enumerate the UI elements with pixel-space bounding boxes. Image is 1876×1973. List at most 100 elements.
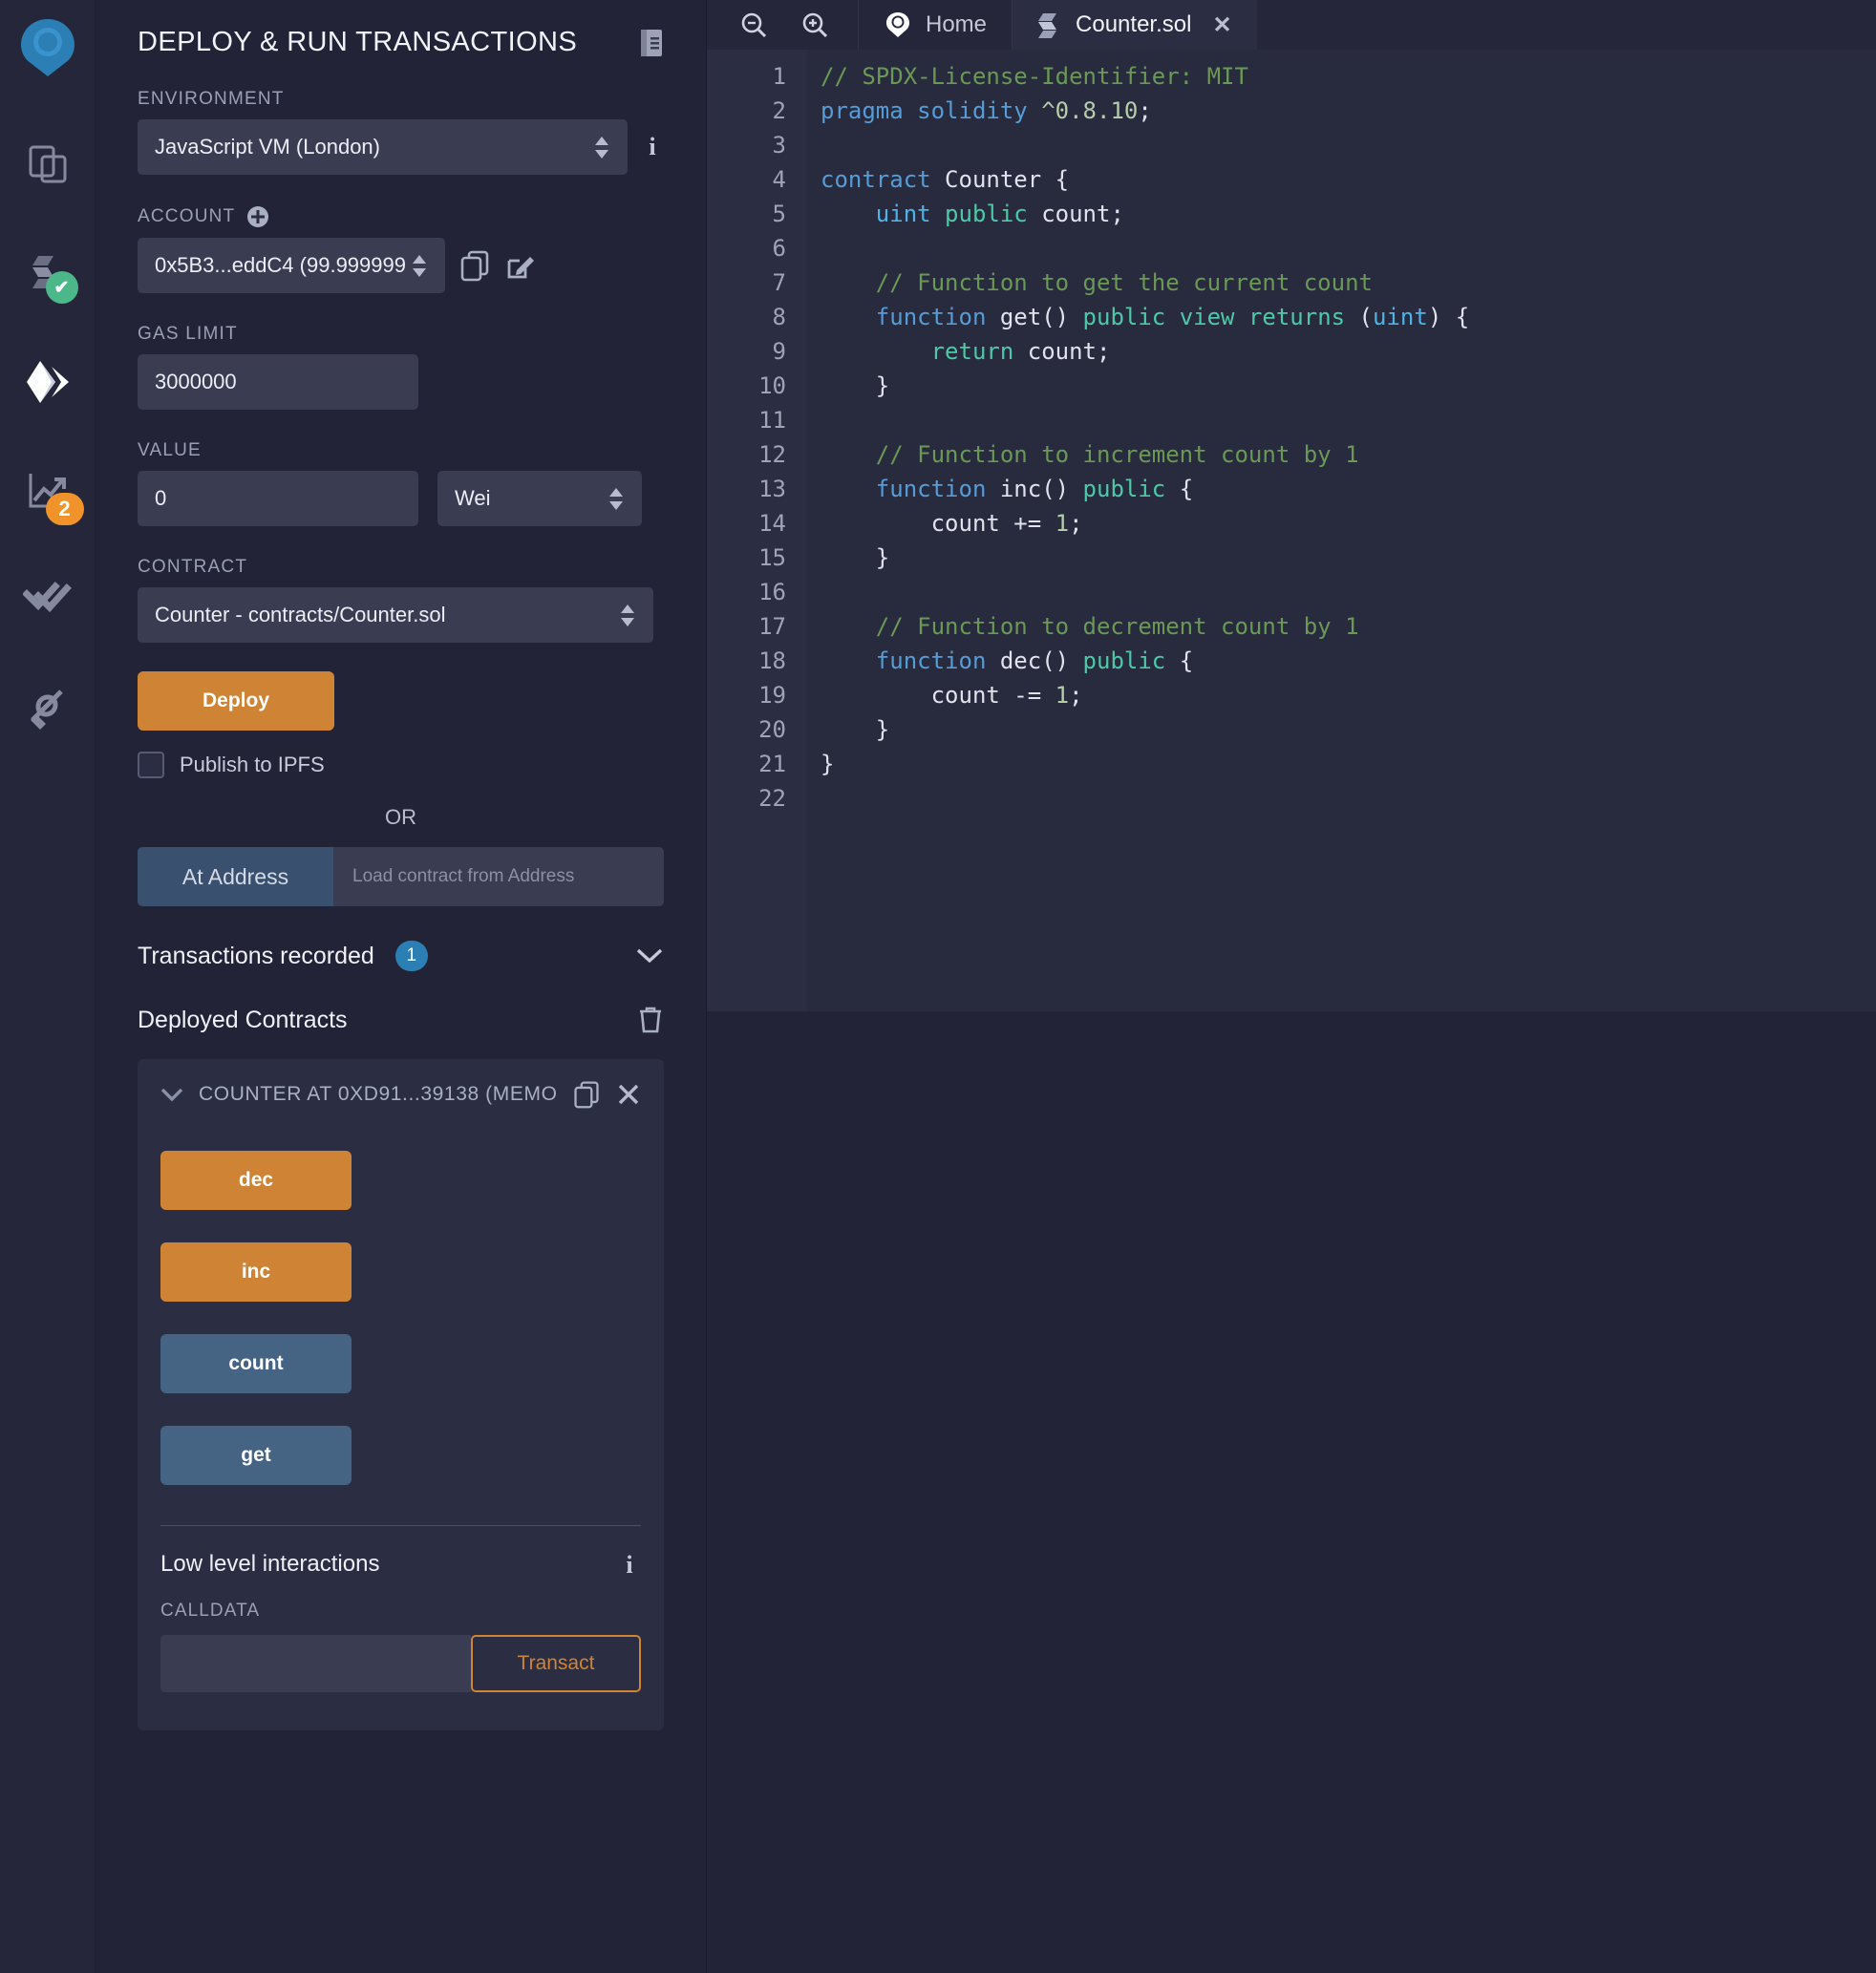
publish-ipfs-row[interactable]: Publish to IPFS <box>138 752 664 778</box>
contract-card-header[interactable]: COUNTER AT 0XD91...39138 (MEMORY <box>160 1080 641 1109</box>
sidebar-item-debugger[interactable]: 2 <box>13 456 82 525</box>
transactions-recorded-label: Transactions recorded <box>138 943 374 970</box>
code-line: } <box>821 747 1876 781</box>
tab-counter-sol[interactable]: Counter.sol ✕ <box>1012 0 1257 50</box>
chevron-down-icon[interactable] <box>160 1088 183 1102</box>
line-number: 1 <box>707 59 786 94</box>
code-editor[interactable]: 12345678910111213141516171819202122 // S… <box>707 50 1876 1011</box>
plus-icon[interactable] <box>246 205 269 228</box>
sidebar-item-file-explorer[interactable] <box>13 130 82 199</box>
close-icon[interactable] <box>616 1082 641 1107</box>
documentation-icon[interactable] <box>639 29 664 57</box>
activity-rail: ✔ 2 <box>0 0 96 1973</box>
code-content[interactable]: // SPDX-License-Identifier: MITpragma so… <box>807 50 1876 1011</box>
transactions-recorded-count: 1 <box>395 941 428 971</box>
sidebar-item-unit-testing[interactable] <box>13 565 82 634</box>
environment-value: JavaScript VM (London) <box>155 135 593 159</box>
zoom-in-icon[interactable] <box>800 11 829 39</box>
file-explorer-icon <box>25 141 71 187</box>
copy-icon[interactable] <box>458 249 491 282</box>
code-line: function inc() public { <box>821 472 1876 506</box>
line-number: 2 <box>707 94 786 128</box>
line-number: 5 <box>707 197 786 231</box>
deployed-contracts-label: Deployed Contracts <box>138 1007 348 1034</box>
line-number: 10 <box>707 369 786 403</box>
line-number: 18 <box>707 644 786 678</box>
zoom-out-icon[interactable] <box>739 11 768 39</box>
transact-button[interactable]: Transact <box>471 1635 641 1692</box>
calldata-row: Transact <box>160 1635 641 1692</box>
sidebar-item-deploy-run[interactable] <box>13 348 82 416</box>
line-number: 13 <box>707 472 786 506</box>
close-icon[interactable]: ✕ <box>1212 11 1231 39</box>
deploy-run-transactions-icon <box>23 357 73 407</box>
deploy-button[interactable]: Deploy <box>138 671 334 731</box>
low-level-info-icon[interactable]: i <box>618 1551 641 1580</box>
or-divider-label: OR <box>138 805 664 830</box>
code-line: count += 1; <box>821 506 1876 541</box>
line-number: 20 <box>707 712 786 747</box>
line-number: 4 <box>707 162 786 197</box>
plugin-manager-icon <box>25 686 71 732</box>
code-line: uint public count; <box>821 197 1876 231</box>
environment-label: ENVIRONMENT <box>138 89 664 110</box>
line-number: 19 <box>707 678 786 712</box>
code-line: } <box>821 712 1876 747</box>
line-number-gutter: 12345678910111213141516171819202122 <box>707 50 807 1011</box>
remix-logo[interactable] <box>13 13 82 82</box>
editor-zoom-tools <box>707 0 858 50</box>
code-line: } <box>821 369 1876 403</box>
line-number: 12 <box>707 437 786 472</box>
code-content-wrap: // SPDX-License-Identifier: MITpragma so… <box>807 50 1876 1011</box>
tab-home-label: Home <box>926 11 987 38</box>
gas-limit-input[interactable]: 3000000 <box>138 354 418 410</box>
code-line: count -= 1; <box>821 678 1876 712</box>
function-button-count[interactable]: count <box>160 1334 352 1393</box>
code-line <box>821 231 1876 265</box>
at-address-input[interactable]: Load contract from Address <box>333 847 664 906</box>
tab-counter-sol-label: Counter.sol <box>1076 11 1191 38</box>
environment-select[interactable]: JavaScript VM (London) <box>138 119 628 175</box>
value-unit-select[interactable]: Wei <box>437 471 642 526</box>
chevron-updown-icon <box>593 137 610 159</box>
tab-home[interactable]: Home <box>858 0 1012 50</box>
contract-select[interactable]: Counter - contracts/Counter.sol <box>138 587 653 643</box>
gas-limit-value: 3000000 <box>155 370 401 394</box>
sidebar-item-plugin-manager[interactable] <box>13 674 82 743</box>
remix-home-icon <box>884 11 912 39</box>
code-line: return count; <box>821 334 1876 369</box>
line-number: 14 <box>707 506 786 541</box>
page-title: DEPLOY & RUN TRANSACTIONS <box>138 27 577 58</box>
account-label-text: ACCOUNT <box>138 206 235 227</box>
sidebar-item-solidity-compiler[interactable]: ✔ <box>13 239 82 308</box>
calldata-input[interactable] <box>160 1635 471 1692</box>
environment-info-icon[interactable]: i <box>641 133 664 161</box>
transactions-recorded-row[interactable]: Transactions recorded 1 <box>138 941 664 971</box>
trash-icon[interactable] <box>637 1006 664 1034</box>
editor-tab-bar: Home Counter.sol ✕ <box>707 0 1876 50</box>
code-line <box>821 575 1876 609</box>
at-address-button[interactable]: At Address <box>138 847 333 906</box>
publish-ipfs-checkbox[interactable] <box>138 752 164 778</box>
function-button-get[interactable]: get <box>160 1426 352 1485</box>
value-unit: Wei <box>455 486 608 511</box>
function-button-dec[interactable]: dec <box>160 1151 352 1210</box>
code-line: contract Counter { <box>821 162 1876 197</box>
calldata-label: CALLDATA <box>160 1601 641 1622</box>
copy-icon[interactable] <box>572 1080 601 1109</box>
editor-area: Home Counter.sol ✕ 123456789101112131415… <box>707 0 1876 1973</box>
code-line: // SPDX-License-Identifier: MIT <box>821 59 1876 94</box>
value-amount: 0 <box>155 486 401 511</box>
editor-empty-space <box>707 1011 1876 1973</box>
code-line: function dec() public { <box>821 644 1876 678</box>
line-number: 11 <box>707 403 786 437</box>
code-line: pragma solidity ^0.8.10; <box>821 94 1876 128</box>
account-select[interactable]: 0x5B3...eddC4 (99.999999 <box>138 238 445 293</box>
line-number: 15 <box>707 541 786 575</box>
divider <box>160 1525 641 1526</box>
value-input[interactable]: 0 <box>138 471 418 526</box>
debugger-count-badge: 2 <box>46 493 84 525</box>
function-button-inc[interactable]: inc <box>160 1242 352 1302</box>
chevron-down-icon[interactable] <box>635 947 664 965</box>
edit-icon[interactable] <box>504 249 537 282</box>
